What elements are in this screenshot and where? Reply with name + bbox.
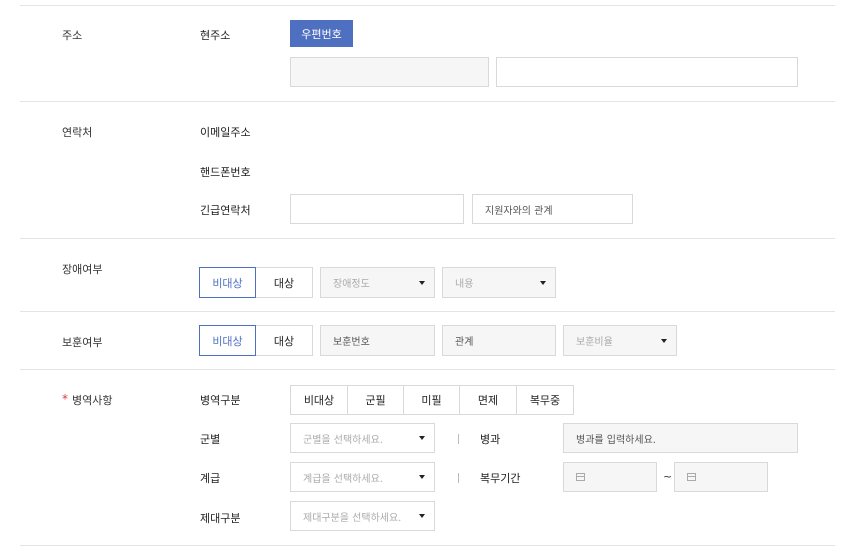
military-type-option[interactable]: 미필	[403, 385, 460, 415]
chevron-down-icon	[540, 280, 546, 285]
veteran-ratio-select-text: 보훈비율	[576, 337, 613, 348]
disability-content-select[interactable]: 내용	[442, 267, 556, 298]
chevron-down-icon	[419, 514, 425, 518]
veteran-number-input[interactable]: 보훈번호	[320, 325, 435, 356]
required-mark: *	[62, 392, 68, 406]
chevron-down-icon	[661, 338, 667, 343]
address-section-label: 주소	[62, 29, 83, 42]
military-section-label: 병역사항	[72, 394, 113, 407]
current-address-label: 현주소	[200, 29, 231, 42]
rank-select-text: 계급을 선택하세요.	[303, 473, 383, 485]
disability-grade-select[interactable]: 장애정도	[320, 267, 435, 298]
contact-section-label: 연락처	[62, 126, 93, 139]
divider	[20, 101, 835, 102]
branch-select-text: 군별을 선택하세요.	[303, 434, 383, 446]
military-type-option[interactable]: 군필	[347, 385, 404, 415]
rank-select[interactable]: 계급을 선택하세요.	[290, 462, 435, 492]
veteran-not-applicable-toggle[interactable]: 비대상	[199, 325, 256, 356]
emergency-relation-input[interactable]: 지원자와의 관계	[472, 194, 633, 224]
chevron-down-icon	[419, 436, 425, 440]
chevron-down-icon	[419, 475, 425, 479]
chevron-down-icon	[419, 280, 425, 285]
rank-label: 계급	[200, 472, 221, 485]
service-end-date-input[interactable]	[674, 462, 768, 492]
period-separator: ~	[663, 470, 673, 483]
veteran-ratio-select[interactable]: 보훈비율	[563, 325, 677, 356]
email-label: 이메일주소	[200, 126, 251, 139]
service-start-date-input[interactable]	[563, 462, 657, 492]
disability-not-applicable-toggle[interactable]: 비대상	[199, 267, 256, 298]
divider	[20, 311, 835, 312]
divider	[20, 238, 835, 239]
emergency-contact-input[interactable]	[290, 194, 464, 224]
veteran-applicable-toggle[interactable]: 대상	[255, 325, 313, 356]
address-line2-input[interactable]	[496, 57, 798, 87]
disability-applicable-toggle[interactable]: 대상	[255, 267, 313, 298]
separator	[458, 473, 459, 483]
branch-label: 군별	[200, 433, 221, 446]
disability-section-label: 장애여부	[62, 263, 103, 276]
discharge-type-select[interactable]: 제대구분을 선택하세요.	[290, 501, 435, 531]
military-type-option[interactable]: 복무중	[516, 385, 574, 415]
phone-label: 핸드폰번호	[200, 166, 251, 179]
specialty-label: 병과	[480, 433, 501, 446]
emergency-contact-label: 긴급연락처	[200, 204, 251, 217]
calendar-icon[interactable]	[576, 473, 585, 481]
discharge-type-select-text: 제대구분을 선택하세요.	[303, 512, 402, 524]
military-type-option[interactable]: 면제	[459, 385, 517, 415]
military-type-option[interactable]: 비대상	[290, 385, 348, 415]
discharge-type-label: 제대구분	[200, 512, 241, 525]
divider	[20, 369, 835, 370]
veteran-relation-input[interactable]: 관계	[442, 325, 556, 356]
postcode-button[interactable]: 우편번호	[290, 20, 353, 47]
divider	[20, 5, 835, 6]
disability-content-select-text: 내용	[455, 279, 474, 290]
calendar-icon[interactable]	[687, 473, 696, 481]
service-period-label: 복무기간	[480, 472, 521, 485]
veteran-section-label: 보훈여부	[62, 336, 103, 349]
address-line1-input[interactable]	[290, 57, 489, 87]
branch-select[interactable]: 군별을 선택하세요.	[290, 423, 435, 453]
specialty-input[interactable]: 병과를 입력하세요.	[563, 423, 798, 453]
divider	[20, 545, 835, 546]
military-type-label: 병역구분	[200, 394, 241, 407]
separator	[458, 434, 459, 444]
disability-grade-select-text: 장애정도	[333, 279, 370, 290]
